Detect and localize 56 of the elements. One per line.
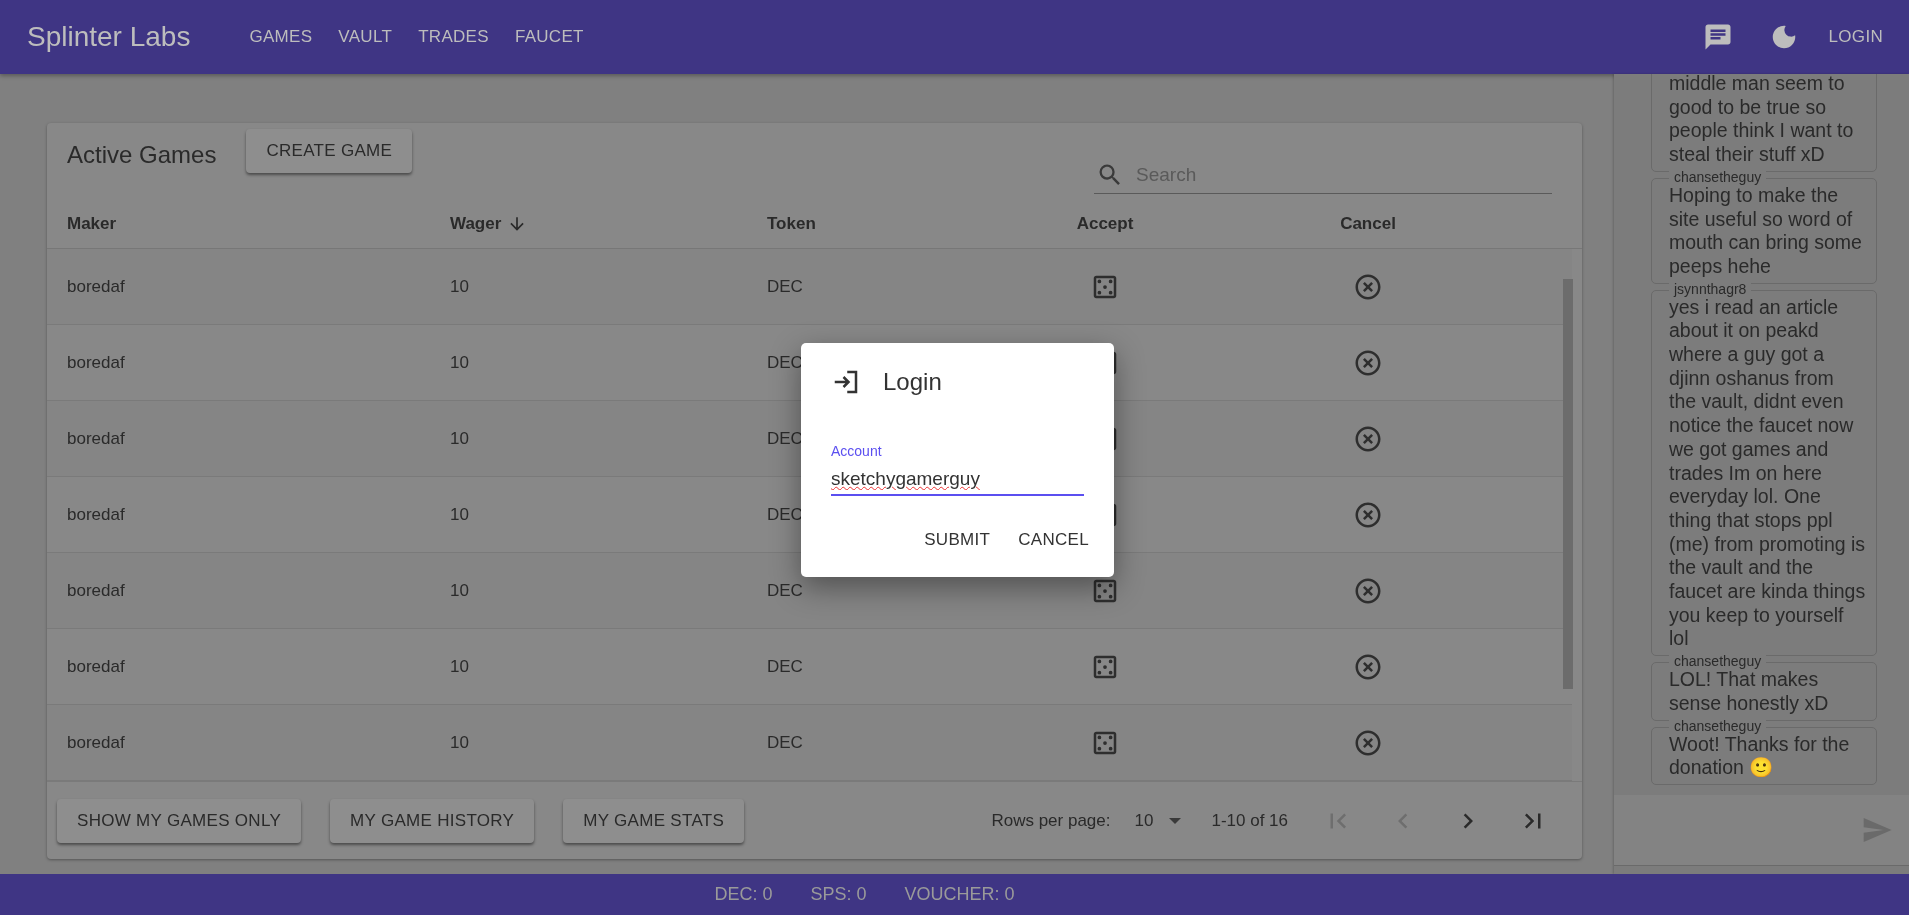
message-author: jsynnthagr8 [1669,280,1752,297]
column-header[interactable]: Wager [450,213,502,234]
table-cell: 10 [450,656,469,677]
message-author: chansetheguy [1669,653,1767,670]
message-author: chansetheguy [1669,168,1767,185]
table-cell: boredaf [67,276,125,297]
table-cell: 10 [450,428,469,449]
table-cell: DEC [767,276,803,297]
table-cell: boredaf [67,732,125,753]
action-button[interactable]: MY GAME STATS [563,798,745,843]
dialog-button[interactable]: SUBMIT [916,522,999,558]
create-game-button[interactable]: CREATE GAME [246,129,413,173]
balance-text: DEC: 0 [714,884,773,905]
table-cell: DEC [767,656,803,677]
column-header[interactable]: Accept [1076,213,1134,234]
table-cell: DEC [767,352,803,373]
action-button[interactable]: SHOW MY GAMES ONLY [57,798,302,843]
nav-link[interactable]: GAMES [236,21,326,53]
message-author: chansetheguy [1669,717,1767,734]
nav-link[interactable]: VAULT [325,21,406,53]
table-cell: boredaf [67,656,125,677]
column-header[interactable]: Cancel [1340,213,1396,234]
dialog-button[interactable]: CANCEL [1010,522,1097,558]
nav-link[interactable]: TRADES [405,21,502,53]
table-cell: boredaf [67,352,125,373]
balance-text: SPS: 0 [810,884,867,905]
column-header[interactable]: Maker [67,213,117,234]
column-header[interactable]: Token [767,213,816,234]
table-cell: boredaf [67,504,125,525]
table-cell: 10 [450,276,469,297]
table-cell: boredaf [67,580,125,601]
table-cell: 10 [450,352,469,373]
nav-link[interactable]: FAUCET [501,21,597,53]
balance-text: VOUCHER: 0 [904,884,1015,905]
message-text: middle man seem to good to be true so people think I want to steal their stuff xD [1669,74,1855,167]
caret-icon [1169,817,1182,824]
page-range: 1-10 of 16 [1211,810,1288,831]
table-cell: DEC [767,580,803,601]
table-cell: 10 [450,732,469,753]
rows-per-page-select[interactable]: 10 [1134,810,1182,831]
card-title: Active Games [67,141,217,169]
scrollbar[interactable] [1563,279,1573,689]
brand-title: Splinter Labs [27,21,191,53]
field-label: Account [831,443,883,459]
table-cell: DEC [767,504,803,525]
rows-per-page-label: Rows per page: [991,810,1111,831]
table-cell: 10 [450,580,469,601]
table-cell: DEC [767,732,803,753]
table-cell: 10 [450,504,469,525]
table-cell: DEC [767,428,803,449]
login-button[interactable]: LOGIN [1828,21,1883,53]
dialog-title: Login [883,368,942,396]
table-cell: boredaf [67,428,125,449]
message-input[interactable] [1614,795,1909,866]
action-button[interactable]: MY GAME HISTORY [330,798,535,843]
message-text: LOL! That makes sense honestly xD [1669,668,1830,716]
